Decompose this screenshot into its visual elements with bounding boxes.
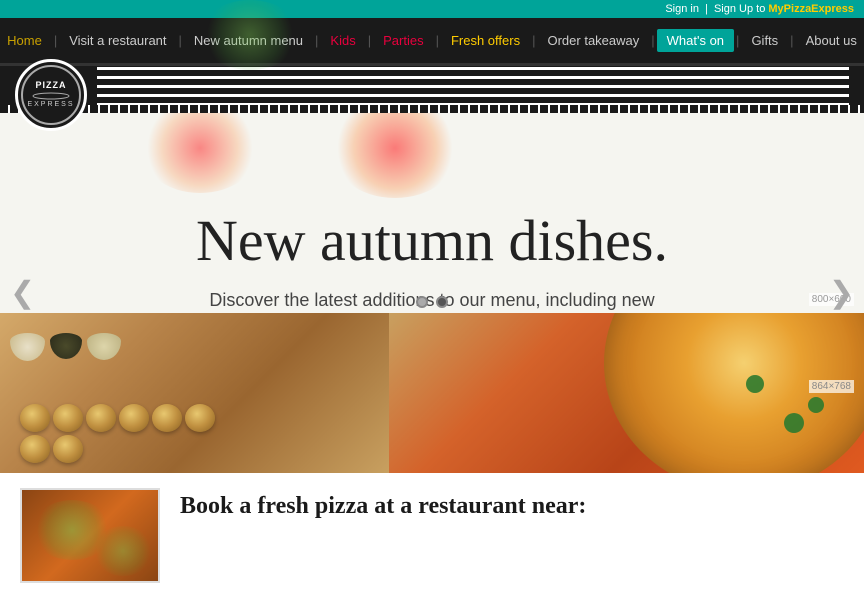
signup-link[interactable]: Sign Up to [714, 3, 765, 15]
logo-strip: PIZZA EXPRESS [0, 63, 864, 113]
nav-link-about[interactable]: About us [796, 33, 864, 48]
nav-item-kids[interactable]: Kids [320, 33, 365, 48]
nav-link-whatson[interactable]: What's on [657, 29, 734, 52]
heatmap-blob-bottom-2 [93, 526, 153, 576]
nav-item-parties[interactable]: Parties [373, 33, 433, 48]
bread-roll-5 [152, 404, 182, 432]
bread-roll-3 [86, 404, 116, 432]
bread-roll-1 [20, 404, 50, 432]
dipping-bowls [10, 333, 121, 361]
nav-link-fresh[interactable]: Fresh offers [441, 33, 530, 48]
hero-dots [416, 296, 448, 308]
top-bar: Sign in | Sign Up to MyPizzaExpress [0, 0, 864, 18]
pizza-basil-2 [746, 375, 764, 393]
nav-item-visit[interactable]: Visit a restaurant [59, 33, 176, 48]
bottom-section: Book a fresh pizza at a restaurant near: [0, 473, 864, 598]
heatmap-blob-2 [330, 113, 460, 198]
slide-dot-2[interactable] [436, 296, 448, 308]
nav-item-autumn[interactable]: New autumn menu [184, 33, 313, 48]
bread-roll-6 [185, 404, 215, 432]
pizza-basil-1 [784, 413, 804, 433]
nav-link-autumn[interactable]: New autumn menu [184, 33, 313, 48]
nav-item-about[interactable]: About us [796, 33, 864, 48]
mype-link[interactable]: MyPizzaExpress [768, 3, 854, 15]
main-nav: Home | Visit a restaurant | New autumn m… [0, 18, 864, 63]
nav-links: Home | Visit a restaurant | New autumn m… [0, 29, 864, 52]
logo-swirl-icon [31, 92, 71, 100]
signin-link[interactable]: Sign in [665, 3, 699, 15]
nav-sep-7: | [649, 33, 656, 48]
nav-link-home[interactable]: Home [0, 33, 52, 48]
nav-sep-9: | [788, 33, 795, 48]
nav-link-kids[interactable]: Kids [320, 33, 365, 48]
pizza-basil-3 [808, 397, 824, 413]
dimension-label-2: 864×768 [809, 380, 854, 393]
logo-inner: PIZZA EXPRESS [21, 65, 81, 125]
nav-link-gifts[interactable]: Gifts [741, 33, 788, 48]
slide-dot-1[interactable] [416, 296, 428, 308]
nav-item-gifts[interactable]: Gifts [741, 33, 788, 48]
bowl-3 [87, 333, 121, 360]
food-image-left [0, 313, 389, 473]
nav-item-whatson[interactable]: What's on [657, 29, 734, 52]
bread-roll-2 [53, 404, 83, 432]
bowl-2 [50, 333, 82, 359]
bowl-1 [10, 333, 45, 361]
nav-sep-2: | [177, 33, 184, 48]
hero-prev-button[interactable]: ❮ [10, 276, 35, 311]
nav-sep-6: | [530, 33, 537, 48]
logo-stripes [97, 67, 849, 112]
bottom-thumbnail-wrapper [20, 488, 160, 583]
nav-sep-3: | [313, 33, 320, 48]
nav-item-order[interactable]: Order takeaway [537, 33, 649, 48]
nav-sep-8: | [734, 33, 741, 48]
nav-sep-5: | [434, 33, 441, 48]
nav-item-fresh[interactable]: Fresh offers [441, 33, 530, 48]
bread-roll-7 [20, 435, 50, 463]
hero-section: ❮ New autumn dishes. Discover the latest… [0, 113, 864, 473]
logo[interactable]: PIZZA EXPRESS [15, 59, 87, 131]
bottom-thumbnail [20, 488, 160, 583]
logo-pizza-text: PIZZA [36, 80, 67, 92]
logo-express-text: EXPRESS [27, 100, 74, 109]
nav-link-parties[interactable]: Parties [373, 33, 433, 48]
bottom-heading: Book a fresh pizza at a restaurant near: [180, 493, 844, 520]
nav-sep-1: | [52, 33, 59, 48]
nav-link-visit[interactable]: Visit a restaurant [59, 33, 176, 48]
food-image-right [389, 313, 864, 473]
nav-item-home[interactable]: Home [0, 33, 52, 48]
hero-next-button[interactable]: ❯ [829, 276, 854, 311]
nav-link-order[interactable]: Order takeaway [537, 33, 649, 48]
bottom-text: Book a fresh pizza at a restaurant near: [180, 488, 844, 520]
bread-rolls [20, 404, 220, 463]
bread-roll-8 [53, 435, 83, 463]
hero-title: New autumn dishes. [196, 209, 668, 273]
pizza-base [604, 313, 864, 473]
nav-sep-4: | [366, 33, 373, 48]
heatmap-blob-1 [140, 113, 260, 193]
bread-roll-4 [119, 404, 149, 432]
hero-images [0, 313, 864, 473]
